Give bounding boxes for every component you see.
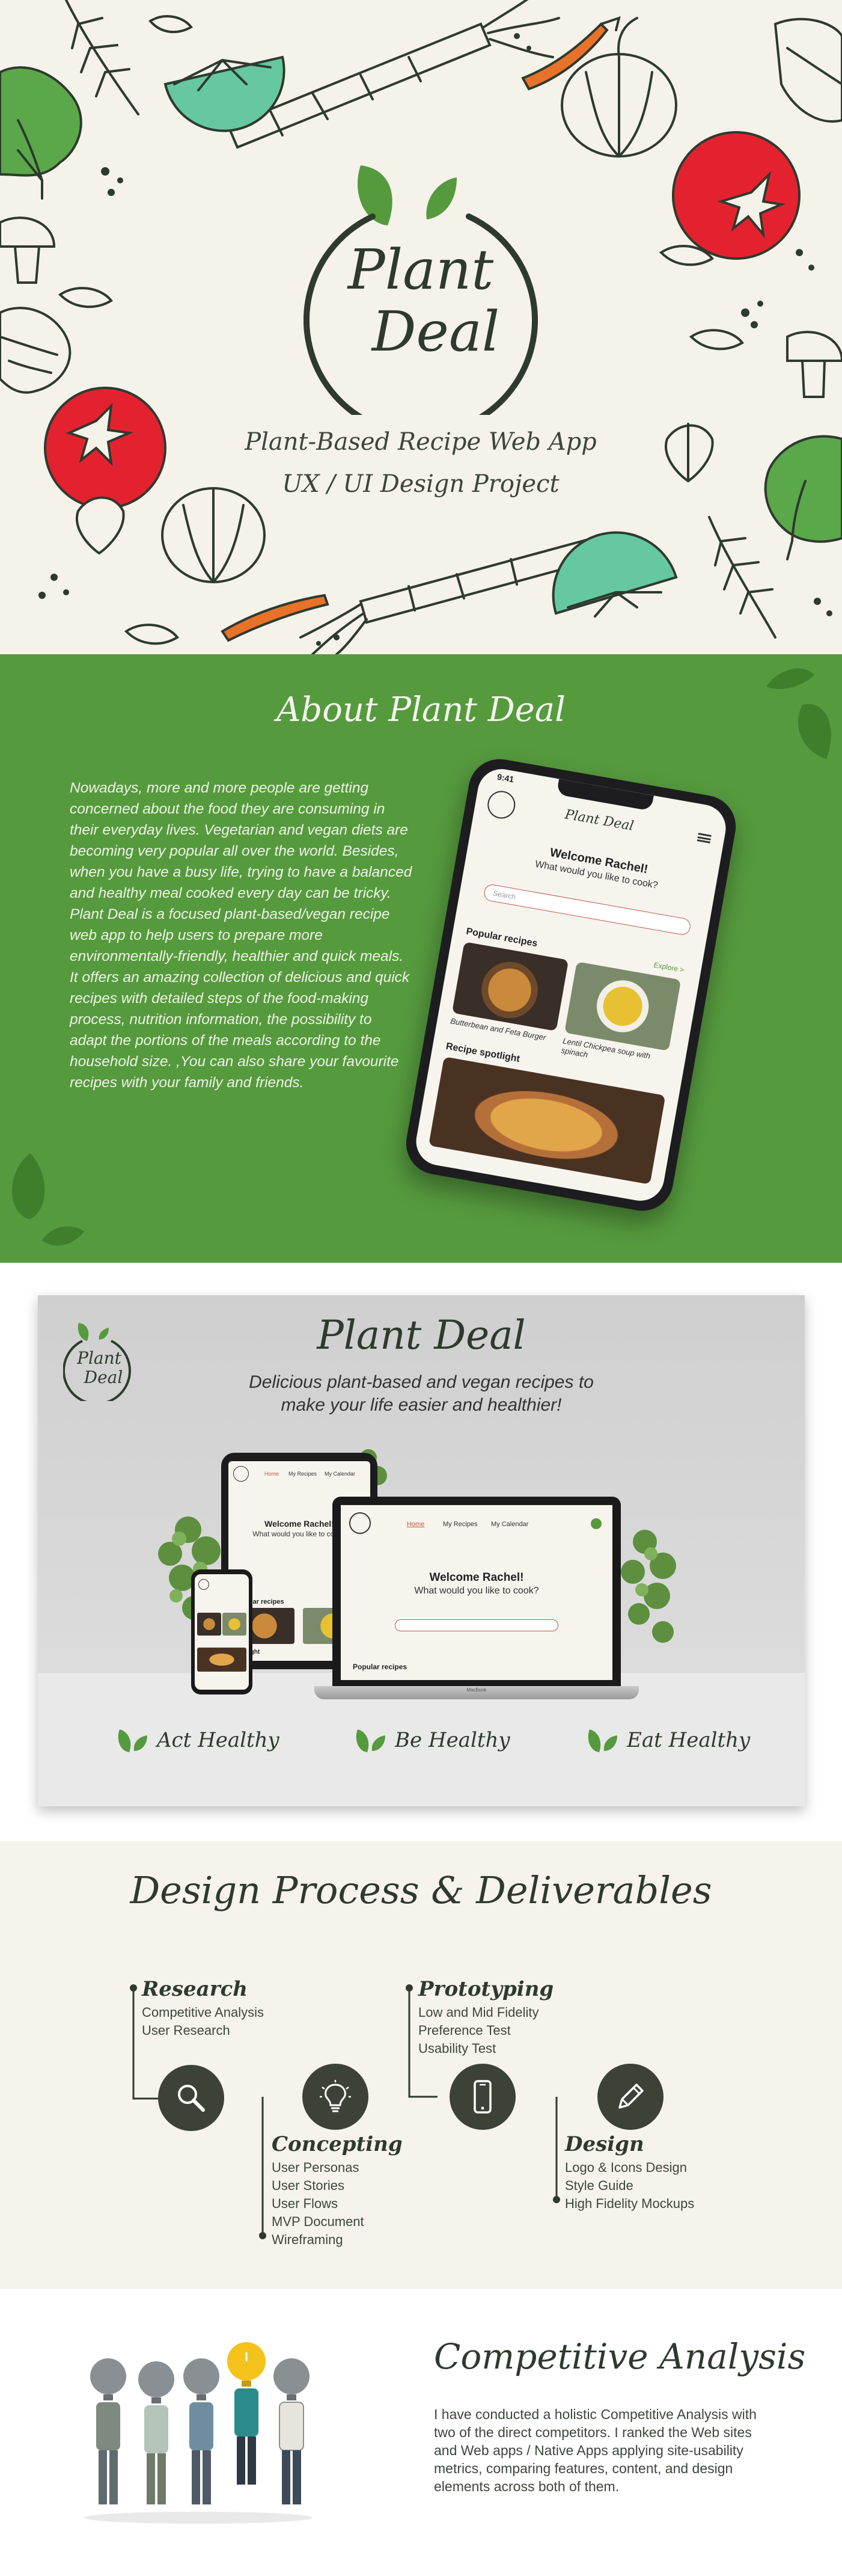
motto-text: Act Healthy <box>157 1728 279 1752</box>
avatar[interactable] <box>591 1518 602 1529</box>
welcome-question: What would you like to cook? <box>414 1586 539 1596</box>
step-prototyping-title: Prototyping <box>418 1977 554 2001</box>
hero-subtitle: Plant-Based Recipe Web App <box>245 428 597 456</box>
lightbulb-people-illustration <box>84 2342 313 2524</box>
about-title: About Plant Deal <box>276 690 566 729</box>
motto-be-healthy: Be Healthy <box>353 1727 510 1753</box>
status-time: 9:41 <box>496 771 515 785</box>
step-design-badge <box>597 2064 664 2130</box>
deliverable-item: MVP Document <box>272 2214 364 2229</box>
app-brand: Plant Deal <box>563 807 635 834</box>
about-paragraph: Plant Deal is a focused plant-based/vega… <box>70 906 404 964</box>
deliverable-item: User Stories <box>272 2178 345 2193</box>
nav-my-recipes[interactable]: My Recipes <box>288 1471 317 1477</box>
app-logo-icon[interactable] <box>349 1512 371 1534</box>
deliverable-item: Preference Test <box>418 2023 511 2038</box>
motto-text: Be Healthy <box>395 1728 510 1752</box>
step-research-badge <box>158 2065 224 2131</box>
about-section: About Plant Deal Nowadays, more and more… <box>0 654 842 1263</box>
phone-screen: 9:41 Plant Deal Welcome Rachel! What wou… <box>412 765 730 1205</box>
nav-my-calendar[interactable]: My Calendar <box>491 1521 528 1528</box>
step-prototyping-items: Low and Mid Fidelity Preference Test Usa… <box>418 2004 539 2058</box>
search-input[interactable] <box>395 1619 558 1631</box>
deliverable-item: Competitive Analysis <box>142 2005 264 2020</box>
magnifier-icon <box>178 2085 205 2112</box>
step-research-items: Competitive Analysis User Research <box>142 2004 264 2040</box>
step-concepting-badge <box>302 2064 368 2130</box>
hero-subtitle-2: UX / UI Design Project <box>282 470 560 498</box>
motto-eat-healthy: Eat Healthy <box>585 1727 750 1753</box>
recipe-card-burger[interactable] <box>451 942 569 1031</box>
about-paragraph: Nowadays, more and more people are getti… <box>70 780 412 901</box>
explore-link[interactable]: Explore > <box>653 961 685 975</box>
process-connector-lines <box>130 1984 560 2239</box>
nav-my-recipes[interactable]: My Recipes <box>443 1521 477 1528</box>
product-mockup-section: Plant Deal Plant Deal Delicious plant-ba… <box>38 1295 805 1806</box>
product-title: Plant Deal <box>317 1312 526 1358</box>
deliverable-item: Style Guide <box>565 2178 633 2193</box>
deliverable-item: High Fidelity Mockups <box>565 2196 695 2211</box>
step-research-title: Research <box>142 1977 248 2001</box>
product-tagline: Delicious plant-based and vegan recipes … <box>249 1372 594 1392</box>
step-concepting-items: User Personas User Stories User Flows MV… <box>272 2159 364 2249</box>
deliverable-item: User Flows <box>272 2196 338 2211</box>
nav-my-calendar[interactable]: My Calendar <box>325 1471 355 1477</box>
logo-word-plant: Plant <box>347 238 494 302</box>
app-logo-icon[interactable] <box>198 1579 209 1590</box>
step-design-items: Logo & Icons Design Style Guide High Fid… <box>565 2159 694 2213</box>
motto-text: Eat Healthy <box>627 1728 751 1752</box>
lightbulb-icon <box>320 2080 351 2112</box>
laptop-brand-label: MacBook <box>466 1687 487 1693</box>
deliverable-item: Low and Mid Fidelity <box>418 2005 539 2020</box>
hero-section: Plant Deal Plant-Based Recipe Web App UX… <box>0 0 842 654</box>
leaves-icon <box>118 1729 147 1752</box>
recipe-spotlight-image[interactable] <box>429 1056 666 1185</box>
deliverable-item: Wireframing <box>272 2232 343 2247</box>
step-prototyping-badge <box>450 2064 516 2130</box>
phone-screen <box>195 1574 249 1690</box>
welcome-heading: Welcome Rachel! <box>429 1571 524 1584</box>
design-process-section: Design Process & Deliverables Research C… <box>0 1841 842 2289</box>
step-concepting-title: Concepting <box>272 2132 403 2156</box>
product-tagline-2: make your life easier and healthier! <box>281 1395 562 1415</box>
laptop-mockup: Home My Recipes My Calendar Welcome Rach… <box>332 1497 621 1686</box>
laptop-base: MacBook <box>314 1686 639 1699</box>
pencil-icon <box>618 2084 644 2109</box>
competitive-analysis-title: Competitive Analysis <box>434 2336 806 2377</box>
logo-word-deal: Deal <box>84 1367 123 1387</box>
phone-mockup: 9:41 Plant Deal Welcome Rachel! What wou… <box>401 754 741 1216</box>
recipe-card-soup[interactable] <box>222 1613 246 1636</box>
smartphone-icon <box>474 2080 492 2114</box>
app-logo-icon[interactable] <box>233 1466 249 1482</box>
motto-act-healthy: Act Healthy <box>115 1727 279 1753</box>
competitive-analysis-text: I have conducted a holistic Competitive … <box>434 2406 757 2494</box>
competitive-analysis-section: Competitive Analysis I have conducted a … <box>0 2289 842 2576</box>
logo-word-deal: Deal <box>371 299 500 364</box>
phone-mockup-small <box>191 1569 252 1694</box>
deliverable-item: Logo & Icons Design <box>565 2160 688 2175</box>
deliverable-item: User Personas <box>272 2160 359 2175</box>
recipe-card-burger[interactable] <box>197 1613 221 1636</box>
hamburger-menu-icon[interactable] <box>697 832 712 844</box>
recipe-spotlight-image[interactable] <box>197 1648 246 1672</box>
leaves-icon <box>356 1729 385 1752</box>
nav-home[interactable]: Home <box>264 1471 279 1477</box>
deliverable-item: Usability Test <box>418 2041 496 2056</box>
step-design-title: Design <box>565 2132 644 2156</box>
app-logo-icon[interactable] <box>485 788 517 821</box>
about-paragraph: It offers an amazing collection of delic… <box>70 969 410 1091</box>
leaves-icon <box>588 1729 617 1752</box>
nav-home[interactable]: Home <box>407 1521 424 1528</box>
about-description: Nowadays, more and more people are getti… <box>70 777 412 1093</box>
leaf-decoration-icon <box>12 1153 84 1246</box>
plant-deal-logo: Plant Deal <box>304 132 538 438</box>
recipe-card-soup[interactable] <box>564 961 682 1051</box>
deliverable-item: User Research <box>142 2023 230 2038</box>
popular-recipes-label: Popular recipes <box>353 1663 407 1671</box>
laptop-screen: Home My Recipes My Calendar Welcome Rach… <box>341 1505 612 1680</box>
